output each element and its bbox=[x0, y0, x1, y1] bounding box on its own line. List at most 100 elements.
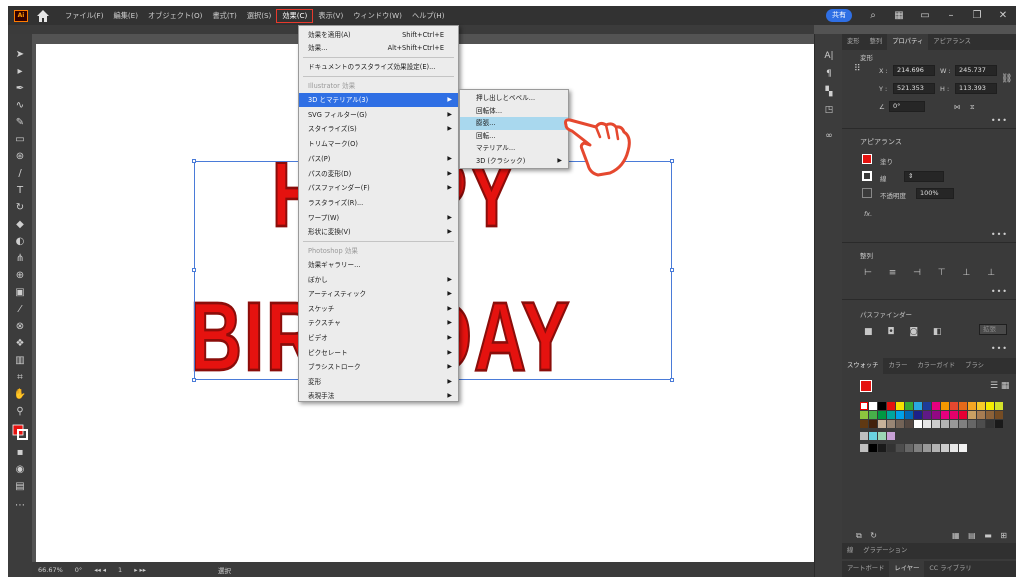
apply-last-effect-item[interactable]: 効果を適用(A) Shift+Ctrl+E bbox=[299, 28, 458, 42]
swatch-grid-row-3[interactable] bbox=[860, 420, 1003, 428]
home-icon[interactable] bbox=[36, 9, 50, 23]
brush-tool-icon[interactable]: ✎ bbox=[12, 116, 28, 130]
menu-select[interactable]: 選択(S) bbox=[242, 9, 277, 23]
rotate-tool-icon[interactable]: ↻ bbox=[12, 201, 28, 215]
rectangle-tool-icon[interactable]: ▭ bbox=[12, 133, 28, 147]
last-effect-item[interactable]: 効果... Alt+Shift+Ctrl+E bbox=[299, 41, 458, 55]
swatch-grid-row-5[interactable] bbox=[860, 444, 1003, 452]
character-icon[interactable]: A| bbox=[823, 50, 835, 62]
resize-handle[interactable] bbox=[192, 159, 196, 163]
illustrator-effect-item-5[interactable]: パスの変形(D) ▶ bbox=[299, 167, 458, 181]
photoshop-effect-item-6[interactable]: ピクセレート ▶ bbox=[299, 346, 458, 360]
tab-layers[interactable]: レイヤー bbox=[889, 561, 925, 577]
photoshop-effect-item-7[interactable]: ブラシストローク ▶ bbox=[299, 360, 458, 374]
symbol-sprayer-icon[interactable]: ❖ bbox=[12, 337, 28, 351]
swatch-grid-row-2[interactable] bbox=[860, 411, 1003, 419]
photoshop-effect-item-3[interactable]: スケッチ ▶ bbox=[299, 302, 458, 316]
menu-type[interactable]: 書式(T) bbox=[207, 9, 241, 23]
curvature-tool-icon[interactable]: ∿ bbox=[12, 99, 28, 113]
share-button[interactable]: 共有 bbox=[826, 9, 852, 22]
tab-cc-libraries[interactable]: CC ライブラリ bbox=[924, 561, 976, 577]
resize-handle[interactable] bbox=[670, 268, 674, 272]
width-tool-icon[interactable]: ⋔ bbox=[12, 252, 28, 266]
zoom-level[interactable]: 66.67% bbox=[32, 566, 69, 574]
3d-submenu-item-2[interactable]: 膨張... bbox=[460, 117, 568, 130]
fx-label[interactable]: fx. bbox=[864, 210, 872, 218]
illustrator-effect-item-7[interactable]: ラスタライズ(R)... bbox=[299, 196, 458, 210]
artboard-prev-icon[interactable]: ◂◂ ◂ bbox=[88, 566, 112, 574]
swatch-grid-row-4[interactable] bbox=[860, 432, 1003, 440]
menu-effect[interactable]: 効果(C) bbox=[276, 8, 314, 23]
flip-vertical-icon[interactable]: ⧖ bbox=[970, 103, 975, 112]
tab-stroke[interactable]: 線 bbox=[842, 543, 858, 559]
resize-handle[interactable] bbox=[670, 159, 674, 163]
menu-file[interactable]: ファイル(F) bbox=[60, 9, 109, 23]
resize-handle[interactable] bbox=[192, 378, 196, 382]
menu-edit[interactable]: 編集(E) bbox=[109, 9, 144, 23]
eraser-tool-icon[interactable]: ◆ bbox=[12, 218, 28, 232]
artboard-next-icon[interactable]: ▸ ▸▸ bbox=[128, 566, 152, 574]
angle-field[interactable]: 0° bbox=[889, 101, 925, 112]
gradient-tool-icon[interactable]: ▣ bbox=[12, 286, 28, 300]
swatch-grid-row-1[interactable] bbox=[860, 402, 1003, 410]
swatch-actions-icon[interactable]: ▦ ▤ ▬ ⊞ 🗑 bbox=[952, 531, 1016, 540]
eyedropper-tool-icon[interactable]: ⁄ bbox=[12, 303, 28, 317]
h-field[interactable]: 113.393 bbox=[955, 83, 997, 94]
shape-builder-icon[interactable]: ⊕ bbox=[12, 269, 28, 283]
document-raster-settings-item[interactable]: ドキュメントのラスタライズ効果設定(E)... bbox=[299, 60, 458, 74]
y-field[interactable]: 521.353 bbox=[893, 83, 935, 94]
fill-swatch[interactable] bbox=[862, 154, 872, 164]
photoshop-effect-item-5[interactable]: ビデオ ▶ bbox=[299, 331, 458, 345]
blob-tool-icon[interactable]: ⊛ bbox=[12, 150, 28, 164]
paragraph-icon[interactable]: ¶ bbox=[823, 68, 835, 80]
align-buttons-icon[interactable]: ⊢ ≡ ⊣ ⊤ ⊥ ⊥ bbox=[864, 268, 1002, 278]
illustrator-effect-item-3[interactable]: トリムマーク(O) bbox=[299, 137, 458, 151]
tab-artboards[interactable]: アートボード bbox=[842, 561, 889, 577]
3d-submenu-item-1[interactable]: 回転体... bbox=[460, 105, 568, 118]
menu-object[interactable]: オブジェクト(O) bbox=[143, 9, 207, 23]
3d-submenu-item-3[interactable]: 回転... bbox=[460, 130, 568, 143]
arrange-icon[interactable]: ▭ bbox=[918, 10, 932, 22]
more-options-icon[interactable]: ••• bbox=[991, 344, 1008, 353]
menu-help[interactable]: ヘルプ(H) bbox=[407, 9, 450, 23]
opentype-icon[interactable]: ▚ bbox=[823, 86, 835, 98]
close-icon[interactable]: ✕ bbox=[996, 10, 1010, 22]
blend-tool-icon[interactable]: ⊗ bbox=[12, 320, 28, 334]
draw-mode-icon[interactable]: ◉ bbox=[12, 463, 28, 477]
workspace-icon[interactable]: ▦ bbox=[892, 10, 906, 22]
links-icon[interactable]: ∞ bbox=[823, 130, 835, 142]
warp-tool-icon[interactable]: ◐ bbox=[12, 235, 28, 249]
glyph-icon[interactable]: ◳ bbox=[823, 104, 835, 116]
3d-submenu-item-0[interactable]: 押し出しとベベル... bbox=[460, 92, 568, 105]
search-icon[interactable]: ⌕ bbox=[866, 10, 880, 22]
photoshop-effect-item-2[interactable]: アーティスティック ▶ bbox=[299, 287, 458, 301]
more-options-icon[interactable]: ••• bbox=[991, 287, 1008, 296]
3d-submenu-item-5[interactable]: 3D (クラシック) ▶ bbox=[460, 155, 568, 168]
flip-horizontal-icon[interactable]: ⋈ bbox=[954, 103, 961, 111]
reference-point-icon[interactable]: ⠿ bbox=[854, 64, 861, 74]
illustrator-effect-item-8[interactable]: ワープ(W) ▶ bbox=[299, 211, 458, 225]
rotation-value[interactable]: 0° bbox=[69, 566, 88, 574]
photoshop-effect-item-0[interactable]: 効果ギャラリー... bbox=[299, 258, 458, 272]
tab-swatches[interactable]: スウォッチ bbox=[842, 358, 884, 374]
direct-selection-tool-icon[interactable]: ▸ bbox=[12, 65, 28, 79]
photoshop-effect-item-4[interactable]: テクスチャ ▶ bbox=[299, 316, 458, 330]
zoom-tool-icon[interactable]: ⚲ bbox=[12, 405, 28, 419]
graph-tool-icon[interactable]: ▥ bbox=[12, 354, 28, 368]
artboard-number[interactable]: 1 bbox=[112, 566, 128, 574]
photoshop-effect-item-8[interactable]: 変形 ▶ bbox=[299, 375, 458, 389]
w-field[interactable]: 245.737 bbox=[955, 65, 997, 76]
3d-submenu-item-4[interactable]: マテリアル... bbox=[460, 142, 568, 155]
tab-appearance[interactable]: アピアランス bbox=[928, 34, 976, 50]
swatch-library-icon[interactable]: ⧉ ↻ bbox=[856, 531, 880, 541]
tab-properties[interactable]: プロパティ bbox=[887, 34, 929, 50]
list-view-icon[interactable]: ☰ ▦ bbox=[990, 381, 1009, 391]
photoshop-effect-item-9[interactable]: 表現手法 ▶ bbox=[299, 389, 458, 403]
more-options-icon[interactable]: ••• bbox=[991, 230, 1008, 239]
type-tool-icon[interactable]: T bbox=[12, 184, 28, 198]
tab-brushes[interactable]: ブラシ bbox=[960, 358, 989, 374]
current-fill-swatch[interactable] bbox=[860, 380, 872, 392]
artboard-tool-icon[interactable]: ⌗ bbox=[12, 371, 28, 385]
tab-color-guide[interactable]: カラーガイド bbox=[912, 358, 960, 374]
photoshop-effect-item-1[interactable]: ぼかし ▶ bbox=[299, 273, 458, 287]
